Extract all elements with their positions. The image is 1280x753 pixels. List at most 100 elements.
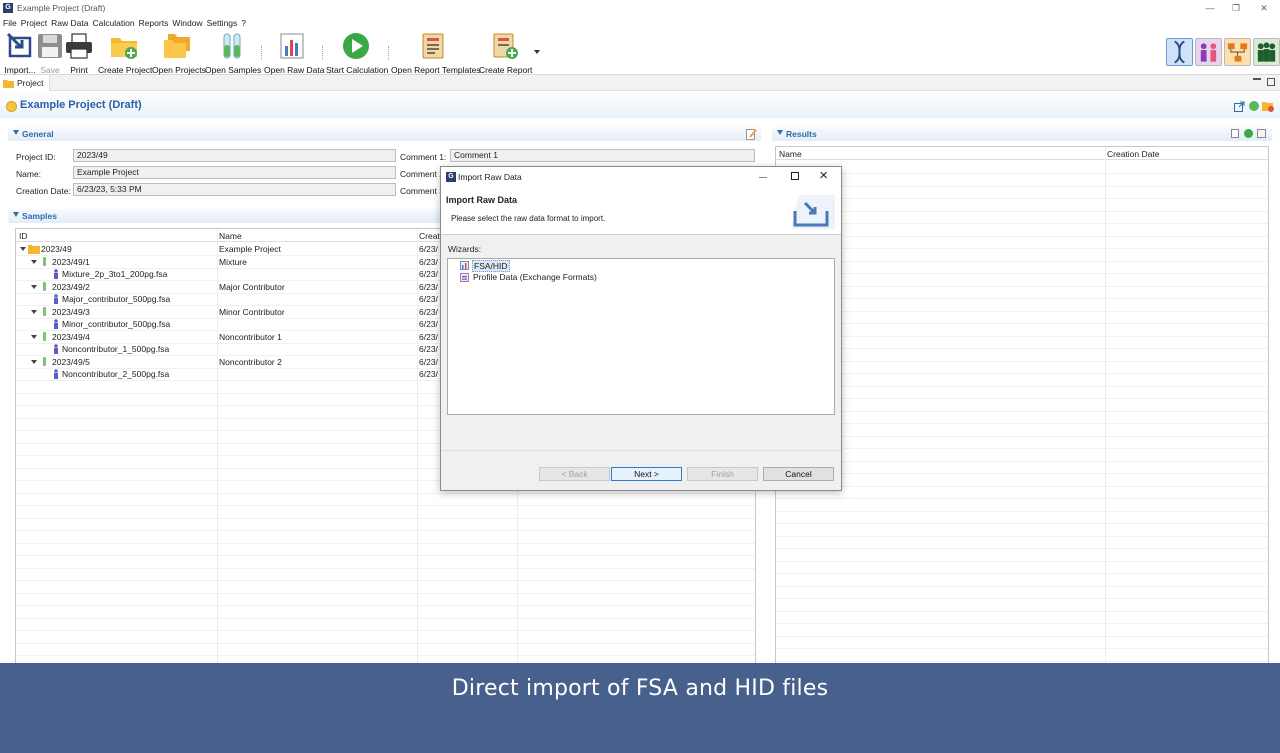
status-green-icon[interactable] xyxy=(1249,101,1259,111)
open-raw-data-label: Open Raw Data xyxy=(264,65,325,75)
menu-project[interactable]: Project xyxy=(21,18,47,28)
column-header-creation-date[interactable]: Creation Date xyxy=(1107,149,1159,159)
row-separator xyxy=(16,492,755,494)
row-separator xyxy=(776,360,1268,362)
save-button[interactable]: Save xyxy=(38,32,62,75)
open-raw-data-button[interactable]: Open Raw Data xyxy=(264,32,325,75)
persons-perspective-button[interactable] xyxy=(1195,38,1222,66)
group-perspective-button[interactable] xyxy=(1253,38,1280,66)
row-date: 6/23/ xyxy=(419,281,438,292)
minimize-icon[interactable]: — xyxy=(1196,0,1224,16)
results-table-header: Name Creation Date xyxy=(776,147,1268,160)
comment3-label: Comment 3 xyxy=(400,186,444,196)
general-section-header[interactable]: General xyxy=(8,127,761,141)
open-projects-button[interactable]: Open Projects xyxy=(152,32,206,75)
row-date: 6/23/ xyxy=(419,244,438,254)
results-table[interactable]: Name Creation Date xyxy=(775,146,1269,738)
menu-settings[interactable]: Settings xyxy=(207,18,238,28)
start-calculation-button[interactable]: Start Calculation xyxy=(326,32,388,75)
create-report-button[interactable]: Create Report xyxy=(479,32,532,75)
person-icon xyxy=(54,344,58,354)
create-project-button[interactable]: Create Project xyxy=(98,32,152,75)
row-separator xyxy=(776,623,1268,624)
menu-window[interactable]: Window xyxy=(172,18,202,28)
save-icon xyxy=(38,34,62,58)
project-status-icon xyxy=(6,101,17,112)
menu-help[interactable]: ? xyxy=(241,18,246,28)
expand-twisty-icon[interactable] xyxy=(31,284,37,289)
expand-twisty-icon[interactable] xyxy=(31,334,37,339)
restore-icon[interactable]: ❐ xyxy=(1222,0,1250,16)
row-id: 2023/49/1 xyxy=(52,256,90,267)
import-button[interactable]: Import... xyxy=(2,32,38,75)
row-separator xyxy=(776,173,1268,174)
tab-project[interactable]: Project xyxy=(0,75,50,91)
row-separator xyxy=(16,505,755,506)
results-section-header[interactable]: Results xyxy=(772,127,1272,141)
cancel-button[interactable]: Cancel xyxy=(763,467,834,481)
expand-twisty-icon[interactable] xyxy=(31,309,37,314)
create-report-dropdown-icon[interactable] xyxy=(534,50,540,54)
close-icon[interactable]: ✕ xyxy=(1250,0,1278,16)
finish-button[interactable]: Finish xyxy=(687,467,758,481)
open-report-templates-button[interactable]: Open Report Templates xyxy=(391,32,481,75)
folders-icon xyxy=(164,34,190,58)
row-name: Major Contributor xyxy=(219,281,285,292)
caption-text: Direct import of FSA and HID files xyxy=(451,676,829,701)
dialog-maximize-icon[interactable] xyxy=(791,172,799,180)
row-separator xyxy=(776,198,1268,199)
row-separator xyxy=(776,560,1268,562)
creation-date-field[interactable]: 6/23/23, 5:33 PM xyxy=(73,183,396,196)
wizards-label: Wizards: xyxy=(448,244,482,254)
menu-raw-data[interactable]: Raw Data xyxy=(51,18,88,28)
pedigree-perspective-button[interactable] xyxy=(1224,38,1251,66)
persons-icon xyxy=(1200,43,1217,62)
wizards-list[interactable]: FSA/HID Profile Data (Exchange Formats) xyxy=(447,258,835,415)
row-separator xyxy=(776,273,1268,274)
row-date: 6/23/ xyxy=(419,256,438,267)
print-small-icon[interactable] xyxy=(1257,129,1266,138)
open-samples-button[interactable]: Open Samples xyxy=(205,32,261,75)
open-external-icon[interactable] xyxy=(1234,101,1245,112)
maximize-view-icon[interactable] xyxy=(1267,78,1275,86)
row-name: Noncontributor 1 xyxy=(219,331,282,342)
comment1-field[interactable]: Comment 1 xyxy=(450,149,755,162)
row-separator xyxy=(776,210,1268,212)
column-header-id[interactable]: ID xyxy=(19,231,28,241)
import-label: Import... xyxy=(4,65,36,75)
dialog-close-icon[interactable]: ✕ xyxy=(819,169,828,182)
project-id-field[interactable]: 2023/49 xyxy=(73,149,396,162)
next-button[interactable]: Next > xyxy=(611,467,682,481)
column-header-result-name[interactable]: Name xyxy=(779,149,802,159)
folder-delete-icon[interactable] xyxy=(1262,101,1274,112)
menu-reports[interactable]: Reports xyxy=(139,18,169,28)
expand-twisty-icon[interactable] xyxy=(20,247,26,251)
row-separator xyxy=(776,535,1268,537)
results-section-title: Results xyxy=(786,129,817,139)
row-separator xyxy=(776,185,1268,187)
edit-note-icon[interactable] xyxy=(746,128,757,140)
row-separator xyxy=(776,385,1268,387)
name-field[interactable]: Example Project xyxy=(73,166,396,179)
expand-twisty-icon[interactable] xyxy=(31,359,37,364)
row-id: 2023/49/3 xyxy=(52,306,90,317)
comment2-label: Comment 2 xyxy=(400,169,444,179)
row-separator xyxy=(776,510,1268,512)
minimize-view-icon[interactable] xyxy=(1253,78,1261,80)
row-separator xyxy=(776,348,1268,349)
name-label: Name: xyxy=(16,169,42,179)
back-button[interactable]: < Back xyxy=(539,467,610,481)
row-file: Minor_contributor_500pg.fsa xyxy=(62,319,171,329)
expand-twisty-icon[interactable] xyxy=(31,259,37,264)
play-small-icon[interactable] xyxy=(1244,129,1253,138)
report-icon[interactable] xyxy=(1231,129,1239,138)
menu-calculation[interactable]: Calculation xyxy=(93,18,135,28)
dialog-minimize-icon[interactable] xyxy=(759,177,767,178)
row-name: Minor Contributor xyxy=(219,306,285,317)
general-section-title: General xyxy=(22,129,54,139)
menu-file[interactable]: File xyxy=(3,18,17,28)
row-separator xyxy=(776,523,1268,524)
column-header-name[interactable]: Name xyxy=(219,231,242,241)
dna-perspective-button[interactable] xyxy=(1166,38,1193,66)
print-button[interactable]: Print xyxy=(64,32,94,75)
